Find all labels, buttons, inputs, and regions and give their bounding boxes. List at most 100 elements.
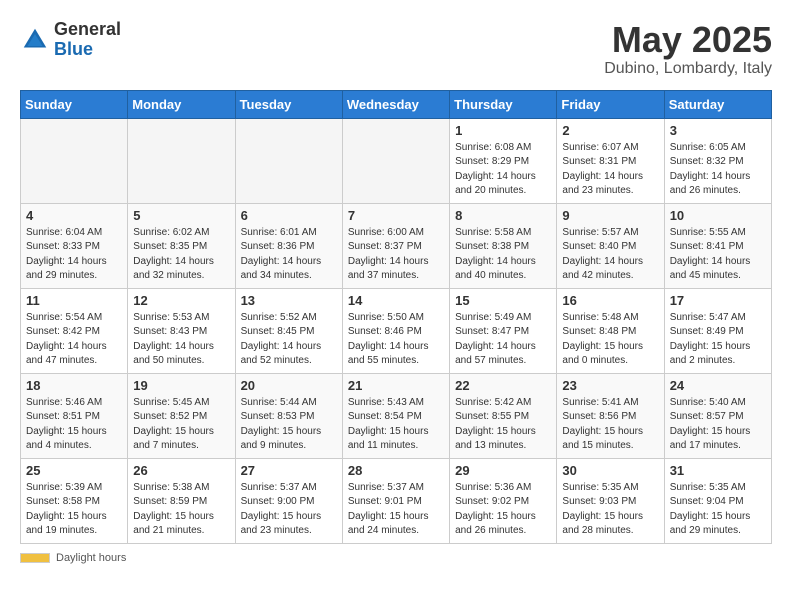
day-info: Sunrise: 5:52 AM Sunset: 8:45 PM Dayligh… [241,311,337,369]
calendar-cell [235,118,342,203]
day-info: Sunrise: 6:02 AM Sunset: 8:35 PM Dayligh… [133,226,229,284]
logo-icon [20,25,50,55]
day-info: Sunrise: 5:45 AM Sunset: 8:52 PM Dayligh… [133,396,229,454]
day-info: Sunrise: 5:48 AM Sunset: 8:48 PM Dayligh… [562,311,658,369]
logo-general: General [54,20,121,40]
calendar-cell: 15Sunrise: 5:49 AM Sunset: 8:47 PM Dayli… [450,288,557,373]
day-number: 27 [241,463,337,478]
day-number: 5 [133,208,229,223]
day-number: 8 [455,208,551,223]
day-number: 7 [348,208,444,223]
day-number: 10 [670,208,766,223]
calendar-cell [21,118,128,203]
calendar-cell: 28Sunrise: 5:37 AM Sunset: 9:01 PM Dayli… [342,458,449,543]
day-info: Sunrise: 5:53 AM Sunset: 8:43 PM Dayligh… [133,311,229,369]
day-number: 2 [562,123,658,138]
calendar-week-3: 11 Sunrise: 5:54 AM Sunset: 8:42 PM Dayli… [21,288,772,373]
calendar-cell: 26Sunrise: 5:38 AM Sunset: 8:59 PM Dayli… [128,458,235,543]
weekday-header-thursday: Thursday [450,90,557,118]
calendar-cell: 17 Sunrise: 5:47 AM Sunset: 8:49 PM Dayli… [664,288,771,373]
day-number: 12 [133,293,229,308]
day-number: 14 [348,293,444,308]
page: General Blue May 2025 Dubino, Lombardy, … [0,0,792,574]
logo: General Blue [20,20,121,60]
calendar-cell: 6 Sunrise: 6:01 AM Sunset: 8:36 PM Daylig… [235,203,342,288]
day-info: Sunrise: 6:01 AM Sunset: 8:36 PM Dayligh… [241,226,337,284]
day-info: Sunrise: 5:47 AM Sunset: 8:49 PM Dayligh… [670,311,766,369]
day-number: 18 [26,378,122,393]
calendar-cell: 8Sunrise: 5:58 AM Sunset: 8:38 PM Daylig… [450,203,557,288]
calendar-cell: 2Sunrise: 6:07 AM Sunset: 8:31 PM Daylig… [557,118,664,203]
calendar-cell: 14 Sunrise: 5:50 AM Sunset: 8:46 PM Dayli… [342,288,449,373]
day-number: 24 [670,378,766,393]
footer-inner: Daylight hours [20,552,772,564]
day-number: 20 [241,378,337,393]
day-number: 13 [241,293,337,308]
day-info: Sunrise: 5:39 AM Sunset: 8:58 PM Dayligh… [26,481,122,539]
day-info: Sunrise: 6:05 AM Sunset: 8:32 PM Dayligh… [670,141,766,199]
calendar-week-1: 1 Sunrise: 6:08 AM Sunset: 8:29 PM Daylig… [21,118,772,203]
day-number: 9 [562,208,658,223]
calendar-week-2: 4Sunrise: 6:04 AM Sunset: 8:33 PM Daylig… [21,203,772,288]
day-number: 17 [670,293,766,308]
day-info: Sunrise: 5:46 AM Sunset: 8:51 PM Dayligh… [26,396,122,454]
daylight-bar-icon [20,553,50,563]
weekday-header-saturday: Saturday [664,90,771,118]
logo-blue: Blue [54,40,121,60]
day-info: Sunrise: 5:54 AM Sunset: 8:42 PM Dayligh… [26,311,122,369]
calendar-cell: 31Sunrise: 5:35 AM Sunset: 9:04 PM Dayli… [664,458,771,543]
calendar-week-4: 18 Sunrise: 5:46 AM Sunset: 8:51 PM Dayli… [21,373,772,458]
day-info: Sunrise: 5:38 AM Sunset: 8:59 PM Dayligh… [133,481,229,539]
calendar-cell: 5 Sunrise: 6:02 AM Sunset: 8:35 PM Daylig… [128,203,235,288]
day-info: Sunrise: 5:44 AM Sunset: 8:53 PM Dayligh… [241,396,337,454]
day-info: Sunrise: 6:08 AM Sunset: 8:29 PM Dayligh… [455,141,551,199]
calendar-cell: 27 Sunrise: 5:37 AM Sunset: 9:00 PM Dayli… [235,458,342,543]
location: Dubino, Lombardy, Italy [604,60,772,78]
calendar-cell: 13 Sunrise: 5:52 AM Sunset: 8:45 PM Dayli… [235,288,342,373]
month-year: May 2025 [604,20,772,60]
calendar-cell: 20 Sunrise: 5:44 AM Sunset: 8:53 PM Dayli… [235,373,342,458]
weekday-header-tuesday: Tuesday [235,90,342,118]
calendar-cell: 9 Sunrise: 5:57 AM Sunset: 8:40 PM Daylig… [557,203,664,288]
calendar-cell: 18 Sunrise: 5:46 AM Sunset: 8:51 PM Dayli… [21,373,128,458]
weekday-header-wednesday: Wednesday [342,90,449,118]
day-number: 16 [562,293,658,308]
calendar-cell: 23Sunrise: 5:41 AM Sunset: 8:56 PM Dayli… [557,373,664,458]
day-number: 22 [455,378,551,393]
calendar-cell: 25 Sunrise: 5:39 AM Sunset: 8:58 PM Dayli… [21,458,128,543]
day-number: 28 [348,463,444,478]
day-number: 6 [241,208,337,223]
day-number: 3 [670,123,766,138]
day-number: 11 [26,293,122,308]
day-number: 23 [562,378,658,393]
day-info: Sunrise: 5:55 AM Sunset: 8:41 PM Dayligh… [670,226,766,284]
daylight-label: Daylight hours [56,552,126,564]
footer: Daylight hours [20,552,772,564]
day-info: Sunrise: 5:57 AM Sunset: 8:40 PM Dayligh… [562,226,658,284]
calendar-cell: 24 Sunrise: 5:40 AM Sunset: 8:57 PM Dayli… [664,373,771,458]
calendar-cell [342,118,449,203]
weekday-header-monday: Monday [128,90,235,118]
day-number: 29 [455,463,551,478]
day-info: Sunrise: 5:35 AM Sunset: 9:04 PM Dayligh… [670,481,766,539]
day-number: 25 [26,463,122,478]
day-number: 19 [133,378,229,393]
day-info: Sunrise: 5:37 AM Sunset: 9:00 PM Dayligh… [241,481,337,539]
calendar-body: 1 Sunrise: 6:08 AM Sunset: 8:29 PM Daylig… [21,118,772,543]
weekday-header-row: SundayMondayTuesdayWednesdayThursdayFrid… [21,90,772,118]
logo-text: General Blue [54,20,121,60]
day-number: 21 [348,378,444,393]
day-info: Sunrise: 5:50 AM Sunset: 8:46 PM Dayligh… [348,311,444,369]
calendar-cell [128,118,235,203]
header: General Blue May 2025 Dubino, Lombardy, … [20,20,772,78]
calendar-cell: 10 Sunrise: 5:55 AM Sunset: 8:41 PM Dayli… [664,203,771,288]
day-number: 1 [455,123,551,138]
day-info: Sunrise: 6:00 AM Sunset: 8:37 PM Dayligh… [348,226,444,284]
calendar-cell: 7 Sunrise: 6:00 AM Sunset: 8:37 PM Daylig… [342,203,449,288]
calendar: SundayMondayTuesdayWednesdayThursdayFrid… [20,90,772,544]
day-info: Sunrise: 6:04 AM Sunset: 8:33 PM Dayligh… [26,226,122,284]
day-info: Sunrise: 5:43 AM Sunset: 8:54 PM Dayligh… [348,396,444,454]
day-info: Sunrise: 5:40 AM Sunset: 8:57 PM Dayligh… [670,396,766,454]
calendar-cell: 4Sunrise: 6:04 AM Sunset: 8:33 PM Daylig… [21,203,128,288]
day-number: 30 [562,463,658,478]
